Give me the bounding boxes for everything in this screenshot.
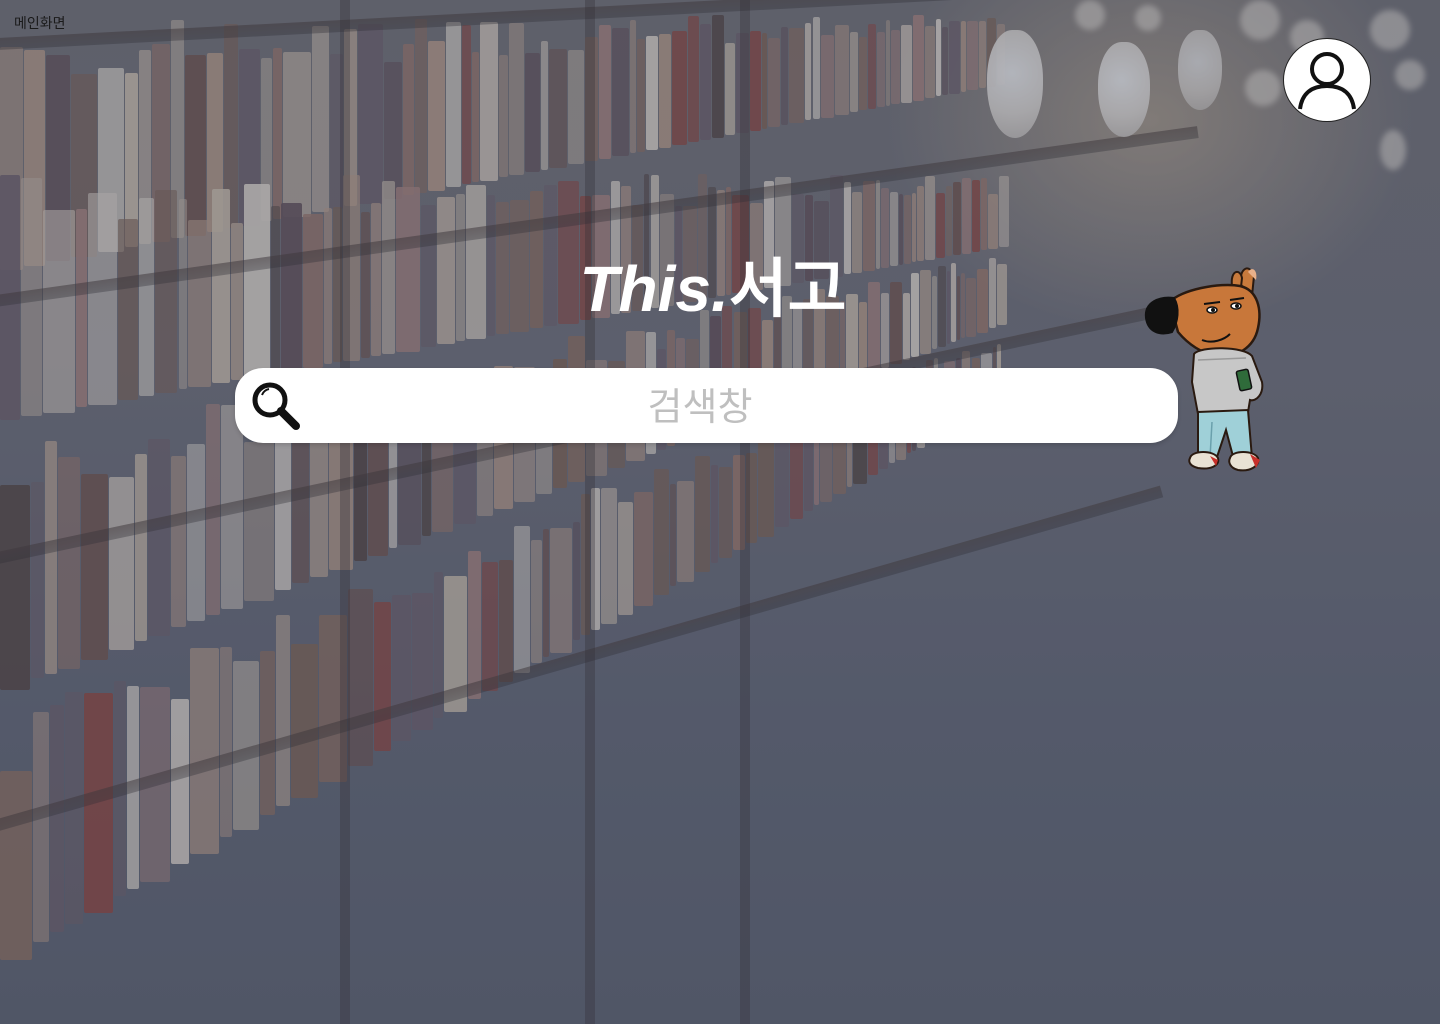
page-label: 메인화면 [14,16,66,32]
user-icon [1298,52,1356,110]
library-background [0,0,1440,1024]
logo-text-en: This. [579,253,729,325]
logo-text-ko: 서고 [728,253,847,325]
search-input[interactable] [310,378,1090,436]
magnifier-icon[interactable] [250,380,302,432]
dog-mascot-illustration [1144,267,1264,472]
profile-button[interactable] [1283,38,1371,122]
